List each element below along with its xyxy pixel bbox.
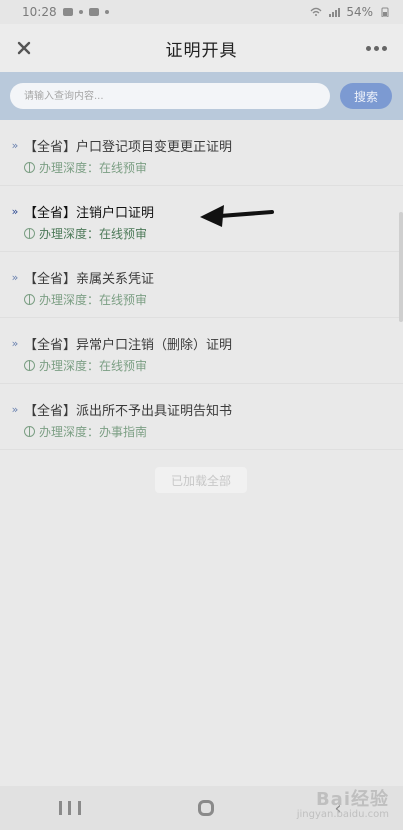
status-time: 10:28	[22, 5, 57, 19]
home-icon[interactable]	[198, 800, 215, 816]
globe-icon	[24, 228, 35, 239]
signal-icon	[329, 8, 341, 17]
globe-icon	[24, 426, 35, 437]
search-button[interactable]: 搜索	[340, 83, 392, 109]
scrollbar[interactable]	[399, 212, 403, 322]
item-depth: 办理深度：在线预审	[39, 359, 148, 373]
status-bar: 10:28 54%	[0, 0, 403, 24]
dot-icon	[104, 10, 109, 14]
chevron-right-icon: »	[11, 138, 19, 152]
item-depth: 办理深度：在线预审	[39, 227, 148, 241]
battery-text: 54%	[346, 5, 373, 19]
search-input[interactable]	[10, 83, 330, 109]
chat-icon	[88, 8, 99, 16]
chevron-right-icon: »	[11, 270, 19, 284]
recents-icon[interactable]	[58, 799, 81, 817]
chevron-right-icon: »	[11, 204, 19, 218]
certificate-list: » 【全省】户口登记项目变更更正证明 办理深度：在线预审 » 【全省】注销户口证…	[0, 120, 403, 450]
item-title: 【全省】派出所不予出具证明告知书	[24, 403, 233, 419]
page-title: 证明开具	[165, 40, 238, 61]
message-icon	[62, 8, 73, 16]
item-depth: 办理深度：在线预审	[39, 161, 148, 175]
wifi-icon	[310, 7, 322, 16]
list-item[interactable]: » 【全省】户口登记项目变更更正证明 办理深度：在线预审	[0, 120, 403, 186]
list-item[interactable]: » 【全省】异常户口注销（删除）证明 办理深度：在线预审	[0, 318, 403, 384]
item-title: 【全省】亲属关系凭证	[24, 271, 155, 287]
list-item[interactable]: » 【全省】亲属关系凭证 办理深度：在线预审	[0, 252, 403, 318]
chevron-right-icon: »	[11, 402, 19, 416]
nav-bar: 证明开具	[0, 24, 403, 72]
item-title: 【全省】户口登记项目变更更正证明	[24, 139, 233, 155]
chevron-right-icon: »	[11, 336, 19, 350]
list-item[interactable]: » 【全省】派出所不予出具证明告知书 办理深度：办事指南	[0, 384, 403, 450]
item-depth: 办理深度：在线预审	[39, 293, 148, 307]
more-icon[interactable]	[361, 36, 391, 60]
item-depth: 办理深度：办事指南	[39, 425, 148, 439]
globe-icon	[24, 162, 35, 173]
watermark: Bai经验 jingyan.baidu.com	[297, 785, 389, 820]
annotation-arrow-icon	[200, 205, 274, 227]
globe-icon	[24, 360, 35, 371]
watermark-brand: Bai经验	[315, 789, 389, 810]
battery-icon	[381, 7, 389, 17]
search-bar: 搜索	[0, 72, 403, 120]
item-title: 【全省】异常户口注销（删除）证明	[24, 337, 233, 353]
loaded-all-label: 已加载全部	[155, 467, 247, 493]
dot-icon	[78, 10, 83, 14]
item-title: 【全省】注销户口证明	[24, 205, 155, 221]
watermark-url: jingyan.baidu.com	[296, 809, 389, 820]
globe-icon	[24, 294, 35, 305]
close-icon[interactable]	[12, 36, 36, 60]
